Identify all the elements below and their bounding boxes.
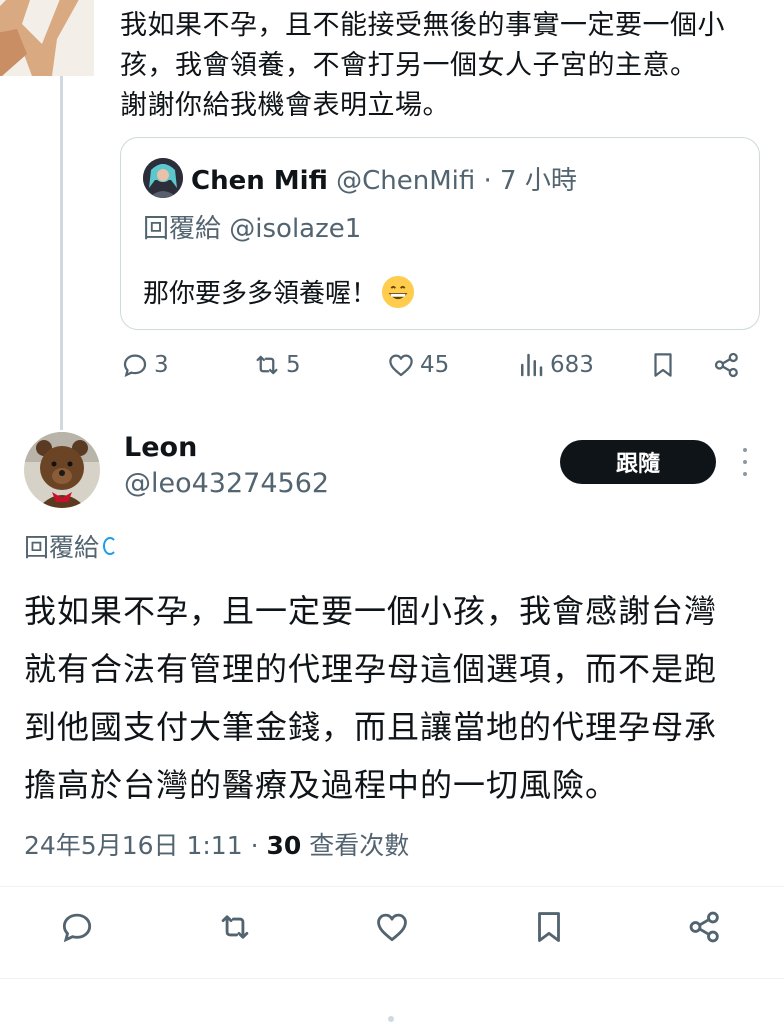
heart-icon xyxy=(389,354,413,377)
quoted-author-name[interactable]: Chen Mifi xyxy=(191,166,328,196)
quoted-tweet-header: Chen Mifi @ChenMifi · 7 小時 xyxy=(191,160,577,197)
previous-tweet-line: 孩，我會領養，不會打另一個女人子宮的主意。 xyxy=(120,50,698,81)
reply-to-indicator: 回覆給 xyxy=(24,528,118,564)
previous-tweet-line: 謝謝你給我機會表明立場。 xyxy=(120,90,450,121)
main-author-name[interactable]: Leon xyxy=(124,432,197,463)
tweet-meta: 24年5月16日 1:11 · 30 查看次數 xyxy=(24,826,409,862)
previous-tweet-text: 我如果不孕，且不能接受無後的事實一定要一個小 孩，我會領養，不會打另一個女人子宮… xyxy=(120,6,770,126)
quoted-tweet-card[interactable]: Chen Mifi @ChenMifi · 7 小時 回覆給 @isolaze1… xyxy=(120,137,760,330)
reply-button[interactable] xyxy=(58,908,96,950)
share-button[interactable] xyxy=(686,908,724,950)
main-tweet-actions xyxy=(0,908,784,958)
loading-spinner-icon xyxy=(103,537,118,555)
reply-count: 3 xyxy=(154,352,169,378)
more-dot xyxy=(743,472,747,476)
main-tweet-line: 我如果不孕，且一定要一個小孩，我會感謝台灣 xyxy=(24,592,718,630)
bookmark-icon xyxy=(654,353,672,377)
share-icon xyxy=(714,352,738,378)
header-separator: · xyxy=(475,166,501,196)
like-count: 45 xyxy=(420,352,450,378)
quoted-tweet-text: 那你要多多領養喔！ xyxy=(143,279,378,309)
more-dot xyxy=(743,448,747,452)
main-tweet-line: 擔高於台灣的醫療及過程中的一切風險。 xyxy=(24,766,619,804)
reply-to-label: 回覆給 xyxy=(24,533,100,562)
divider-top xyxy=(0,886,784,887)
like-button[interactable] xyxy=(373,908,411,950)
views-button[interactable]: 683 xyxy=(516,350,594,380)
tweet-timestamp[interactable]: 24年5月16日 1:11 xyxy=(24,831,243,860)
retweet-button[interactable] xyxy=(216,908,254,950)
like-button[interactable]: 45 xyxy=(386,350,449,380)
quoted-author-avatar[interactable] xyxy=(143,158,183,198)
view-count: 683 xyxy=(550,352,594,378)
previous-tweet-line: 我如果不孕，且不能接受無後的事實一定要一個小 xyxy=(120,10,725,41)
tweet-view-count: 30 xyxy=(266,831,302,860)
follow-button[interactable]: 跟隨 xyxy=(560,440,716,484)
bookmark-icon xyxy=(538,912,560,942)
views-icon xyxy=(521,353,543,377)
bookmark-button[interactable] xyxy=(530,908,568,950)
quoted-tweet-text-row: 那你要多多領養喔！ xyxy=(143,273,415,310)
retweet-count: 5 xyxy=(286,352,301,378)
reply-button[interactable]: 3 xyxy=(120,350,169,380)
heart-icon xyxy=(377,913,407,942)
quoted-reply-to: 回覆給 @isolaze1 xyxy=(143,214,362,244)
retweet-button[interactable]: 5 xyxy=(252,350,301,380)
reply-icon xyxy=(62,913,92,943)
quoted-tweet-time[interactable]: 7 小時 xyxy=(500,166,577,196)
previous-tweet-actions: 3 5 45 683 xyxy=(0,350,784,390)
more-dot xyxy=(743,460,747,464)
retweet-icon xyxy=(221,915,249,939)
bookmark-button[interactable] xyxy=(648,350,678,380)
meta-separator: · xyxy=(242,831,267,860)
more-vertical-icon[interactable] xyxy=(740,448,750,476)
share-icon xyxy=(689,911,719,943)
previous-author-avatar[interactable] xyxy=(0,0,94,76)
share-button[interactable] xyxy=(712,350,742,380)
main-tweet-line: 到他國支付大筆金錢，而且讓當地的代理孕母承 xyxy=(24,708,718,746)
retweet-icon xyxy=(256,355,278,375)
main-author-handle[interactable]: @leo43274562 xyxy=(124,468,329,499)
main-tweet-text: 我如果不孕，且一定要一個小孩，我會感謝台灣 就有合法有管理的代理孕母這個選項，而… xyxy=(24,582,769,814)
reply-icon xyxy=(123,354,147,377)
grinning-emoji-icon xyxy=(381,275,415,308)
quoted-author-handle[interactable]: @ChenMifi xyxy=(336,166,475,196)
main-tweet-line: 就有合法有管理的代理孕母這個選項，而不是跑 xyxy=(24,650,718,688)
divider-bottom xyxy=(0,978,784,979)
loading-dot xyxy=(388,1016,394,1022)
tweet-view-label: 查看次數 xyxy=(309,831,410,860)
main-author-avatar[interactable] xyxy=(24,432,100,508)
